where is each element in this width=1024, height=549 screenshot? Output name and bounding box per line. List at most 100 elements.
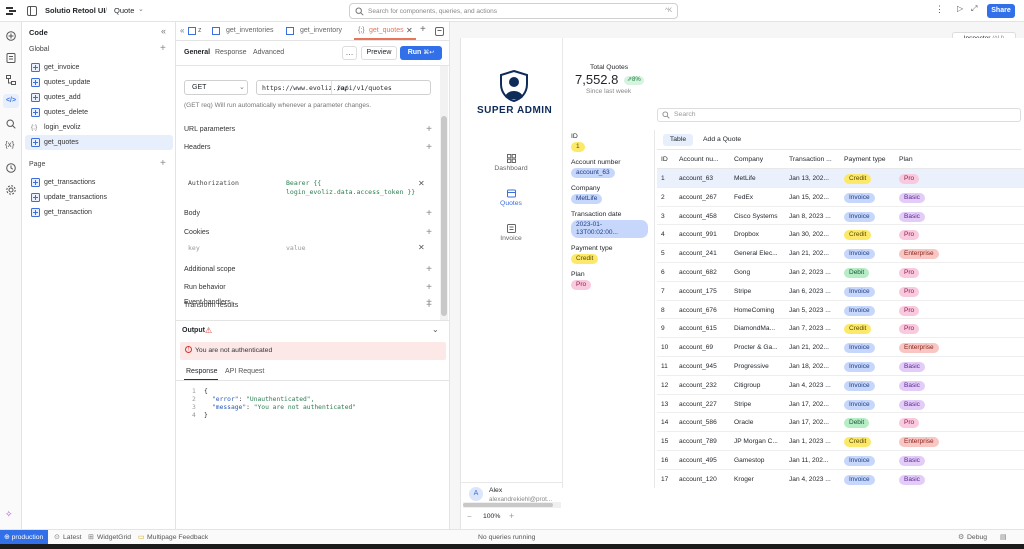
debug-button[interactable]: Debug — [967, 534, 987, 541]
query-item[interactable]: quotes_delete — [25, 105, 173, 120]
url-params-section[interactable]: URL parameters + — [184, 120, 432, 138]
chevron-down-icon[interactable]: ⌄ — [138, 5, 144, 13]
app-name[interactable]: Solutio Retool UI — [45, 6, 105, 15]
env-badge[interactable]: ⊕ production — [0, 530, 48, 545]
multipage-feedback[interactable]: Multipage Feedback — [147, 534, 208, 541]
preview-button[interactable]: Preview — [361, 46, 397, 60]
column-header[interactable]: Account nu... — [679, 156, 719, 163]
preview-play-icon[interactable]: ▷ — [957, 4, 963, 13]
editor-scrollbar-thumb[interactable] — [441, 116, 447, 316]
state-icon[interactable]: {x} — [5, 140, 14, 149]
query-item[interactable]: {;} login_evoliz — [25, 120, 173, 135]
query-item[interactable]: quotes_add — [25, 90, 173, 105]
component-tree-icon[interactable] — [6, 75, 16, 85]
tab-z[interactable]: z — [198, 27, 202, 34]
table-row[interactable]: 17 account_120 Kroger Jan 4, 2023 ... Invoic… — [657, 470, 1024, 488]
query-item[interactable]: get_invoice — [25, 60, 173, 75]
expand-run-behavior-icon[interactable]: + — [426, 282, 432, 293]
new-tab-icon[interactable]: + — [420, 24, 426, 35]
settings-icon[interactable] — [6, 185, 16, 195]
sidebar-toggle-icon[interactable] — [27, 6, 37, 16]
global-search[interactable]: Search for components, queries, and acti… — [349, 3, 678, 19]
table-row[interactable]: 12 account_232 Citigroup Jan 4, 2023 ... Inv… — [657, 376, 1024, 395]
share-button[interactable]: Share — [987, 4, 1015, 18]
canvas-h-scrollbar[interactable] — [463, 502, 561, 508]
pages-icon[interactable] — [6, 53, 16, 63]
output-tab-api-request[interactable]: API Request — [225, 368, 264, 375]
headers-section[interactable]: Headers + — [184, 138, 432, 156]
table-row[interactable]: 1 account_63 MetLife Jan 13, 202... Credit Pr… — [657, 169, 1024, 188]
add-cookie-icon[interactable]: + — [426, 227, 432, 238]
query-item[interactable]: get_transactions — [25, 175, 173, 190]
column-header[interactable]: ID — [661, 156, 668, 163]
add-body-icon[interactable]: + — [426, 208, 432, 219]
header-key[interactable]: Authorization — [188, 179, 239, 187]
query-item[interactable]: get_transaction — [25, 205, 173, 220]
page-selector[interactable]: Quote — [114, 6, 134, 15]
tab-add-quote[interactable]: Add a Quote — [703, 136, 741, 143]
remove-header-icon[interactable]: ✕ — [418, 179, 425, 188]
add-header-icon[interactable]: + — [426, 142, 432, 153]
tab-table[interactable]: Table — [663, 134, 693, 146]
add-event-handler-icon[interactable]: + — [426, 297, 432, 308]
add-url-param-icon[interactable]: + — [426, 124, 432, 135]
output-tab-response[interactable]: Response — [186, 368, 218, 375]
add-component-icon[interactable] — [6, 31, 16, 41]
query-item[interactable]: quotes_update — [25, 75, 173, 90]
method-select[interactable]: GET ⌄ — [184, 80, 248, 95]
release-latest[interactable]: Latest — [63, 534, 82, 541]
subtab-response[interactable]: Response — [215, 49, 247, 56]
table-row[interactable]: 16 account_495 Gamestop Jan 11, 202... Invoi… — [657, 451, 1024, 470]
column-header[interactable]: Payment type — [844, 156, 886, 163]
table-search[interactable]: Search — [657, 108, 1021, 122]
table-row[interactable]: 10 account_69 Procter & Ga... Jan 21, 202..… — [657, 338, 1024, 357]
table-row[interactable]: 5 account_241 General Elec... Jan 21, 202..… — [657, 244, 1024, 263]
table-row[interactable]: 7 account_175 Stripe Jan 6, 2023 ... Invoice… — [657, 282, 1024, 301]
column-header[interactable]: Transaction ... — [789, 156, 832, 163]
header-value-line1[interactable]: Bearer {{ — [286, 179, 321, 187]
run-button[interactable]: Run ⌘↩ — [400, 46, 442, 60]
tab-get-inventory[interactable]: get_inventory — [300, 27, 342, 34]
header-value-line2[interactable]: login_evoliz.data.access_token }} — [286, 188, 415, 196]
table-row[interactable]: 3 account_458 Cisco Systems Jan 8, 2023 ...… — [657, 207, 1024, 226]
collapse-output-icon[interactable]: ⌄ — [432, 325, 439, 334]
canvas-h-scrollbar-thumb[interactable] — [463, 503, 553, 507]
cookies-section[interactable]: Cookies + — [184, 223, 432, 241]
sparkle-icon[interactable]: ✧ — [5, 509, 13, 520]
history-icon[interactable] — [6, 163, 16, 173]
query-item[interactable]: get_quotes — [25, 135, 173, 150]
table-row[interactable]: 9 account_615 DiamondMa... Jan 7, 2023 ... C… — [657, 319, 1024, 339]
table-row[interactable]: 11 account_945 Progressive Jan 18, 202... In… — [657, 357, 1024, 376]
collapse-panel-icon[interactable]: « — [161, 26, 166, 36]
table-row[interactable]: 8 account_676 HomeComing Jan 5, 2023 ... Inv… — [657, 301, 1024, 320]
table-row[interactable]: 15 account_789 JP Morgan C... Jan 1, 2023 .… — [657, 432, 1024, 451]
zoom-out-icon[interactable]: − — [467, 512, 472, 521]
subtab-advanced[interactable]: Advanced — [253, 49, 284, 56]
tab-list-icon[interactable] — [435, 27, 444, 36]
user-profile[interactable]: A Alex alexandrekiehl@prot... — [461, 482, 563, 504]
add-page-query-icon[interactable]: + — [160, 158, 166, 169]
widget-grid[interactable]: WidgetGrid — [97, 534, 131, 541]
column-header[interactable]: Company — [734, 156, 763, 163]
table-row[interactable]: 4 account_991 Dropbox Jan 30, 202... Credit P… — [657, 225, 1024, 245]
query-item[interactable]: update_transactions — [25, 190, 173, 205]
add-global-query-icon[interactable]: + — [160, 43, 166, 54]
panel-toggle-icon[interactable]: ▤ — [1000, 533, 1007, 541]
cookie-key-input[interactable]: key — [188, 244, 200, 252]
close-tab-icon[interactable]: ✕ — [406, 26, 413, 35]
table-row[interactable]: 13 account_227 Stripe Jan 17, 202... Invoice… — [657, 395, 1024, 414]
event-handlers-section[interactable]: Event handlers + — [184, 293, 432, 311]
more-icon[interactable]: ⋮ — [935, 4, 944, 15]
additional-scope-section[interactable]: Additional scope + — [184, 260, 432, 278]
code-panel-icon[interactable]: </> — [3, 94, 19, 108]
tab-get-quotes[interactable]: {;} get_quotes ✕ — [354, 24, 416, 40]
table-row[interactable]: 2 account_267 FedEx Jan 15, 202... Invoice Ba… — [657, 188, 1024, 207]
editor-scrollbar[interactable] — [440, 66, 448, 320]
body-section[interactable]: Body + — [184, 204, 432, 222]
expand-icon[interactable]: ⤢ — [971, 4, 977, 14]
zoom-in-icon[interactable]: + — [509, 511, 514, 521]
editor-more-button[interactable]: … — [342, 46, 357, 60]
table-row[interactable]: 6 account_682 Gong Jan 2, 2023 ... Debit Pro — [657, 263, 1024, 282]
cookie-value-input[interactable]: value — [286, 244, 306, 252]
zoom-level[interactable]: 100% — [483, 513, 500, 520]
